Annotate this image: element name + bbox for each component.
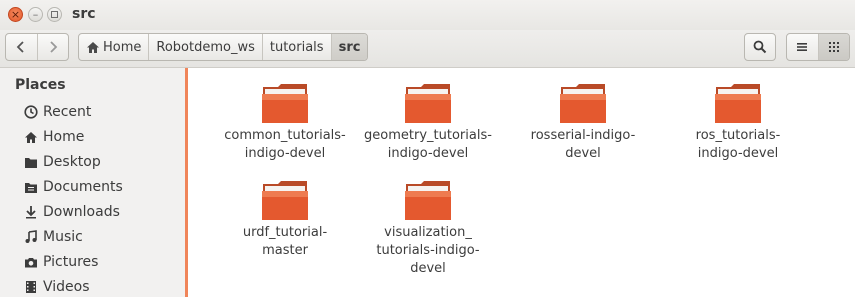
sidebar-item-music[interactable]: Music (23, 226, 83, 248)
breadcrumb-home[interactable]: Home (79, 34, 148, 60)
sidebar-item-home[interactable]: Home (23, 126, 84, 148)
list-icon (797, 43, 808, 51)
folder-item[interactable]: geometry_tutorials- indigo-devel (353, 82, 503, 163)
folder-icon (262, 84, 308, 123)
chevron-left-icon (16, 41, 24, 53)
folder-icon (560, 84, 606, 123)
sidebar-item-label: Pictures (43, 254, 99, 270)
film-icon (23, 279, 39, 295)
breadcrumb-src[interactable]: src (330, 34, 368, 60)
desktop-folder-icon (23, 154, 39, 170)
sidebar-item-downloads[interactable]: Downloads (23, 201, 120, 223)
clock-icon (23, 104, 39, 120)
sidebar-item-recent[interactable]: Recent (23, 101, 91, 123)
folder-name: common_tutorials- indigo-devel (224, 128, 346, 161)
music-icon (23, 229, 39, 245)
maximize-icon (51, 11, 58, 18)
folder-item[interactable]: rosserial-indigo- devel (508, 82, 658, 163)
folder-icon (262, 181, 308, 220)
breadcrumb-robotdemo-ws[interactable]: Robotdemo_ws (148, 34, 261, 60)
folder-name: visualization_ tutorials-indigo- devel (376, 225, 480, 276)
downloads-icon (23, 204, 39, 220)
sidebar-item-label: Downloads (43, 204, 120, 220)
places-sidebar: Places Recent Home Desktop Documents Dow… (0, 68, 185, 297)
breadcrumb-label: Home (103, 39, 142, 55)
sidebar-item-videos[interactable]: Videos (23, 276, 90, 298)
camera-icon (23, 254, 39, 270)
grid-icon (828, 42, 839, 52)
search-icon (753, 40, 767, 54)
folder-name: ros_tutorials- indigo-devel (695, 128, 781, 161)
close-icon: × (10, 8, 21, 21)
breadcrumb: Home Robotdemo_ws tutorials src (78, 33, 369, 61)
home-icon (23, 129, 39, 145)
folder-item[interactable]: ros_tutorials- indigo-devel (663, 82, 813, 163)
sidebar-item-pictures[interactable]: Pictures (23, 251, 98, 273)
folder-icon (405, 181, 451, 220)
sidebar-item-documents[interactable]: Documents (23, 176, 123, 198)
folder-name: urdf_tutorial- master (242, 225, 328, 258)
sidebar-item-label: Music (43, 229, 83, 245)
folder-item[interactable]: common_tutorials- indigo-devel (210, 82, 360, 163)
minimize-icon: – (32, 8, 39, 21)
places-heading: Places (15, 77, 66, 93)
folder-name: rosserial-indigo- devel (530, 128, 636, 161)
sidebar-item-desktop[interactable]: Desktop (23, 151, 101, 173)
file-grid: common_tutorials- indigo-devel geometry_… (188, 68, 855, 297)
maximize-window-button[interactable] (47, 7, 62, 22)
folder-icon (405, 84, 451, 123)
documents-icon (23, 179, 39, 195)
close-window-button[interactable]: × (8, 7, 23, 22)
title-bar: × – src (0, 0, 855, 30)
list-view-button[interactable] (787, 34, 818, 60)
breadcrumb-label: Robotdemo_ws (156, 39, 255, 55)
search-button[interactable] (744, 33, 776, 61)
breadcrumb-label: tutorials (269, 39, 324, 55)
folder-item[interactable]: visualization_ tutorials-indigo- devel (353, 179, 503, 278)
view-mode-buttons (786, 33, 850, 61)
forward-button[interactable] (36, 34, 69, 60)
navigation-buttons (5, 33, 69, 61)
home-icon (86, 41, 100, 54)
sidebar-item-label: Home (43, 129, 85, 145)
folder-name: geometry_tutorials- indigo-devel (364, 128, 492, 161)
sidebar-item-label: Videos (43, 279, 90, 295)
sidebar-item-label: Desktop (43, 154, 101, 170)
window-title: src (72, 6, 96, 22)
folder-icon (715, 84, 761, 123)
minimize-window-button[interactable]: – (28, 7, 43, 22)
chevron-right-icon (50, 41, 58, 53)
toolbar: Home Robotdemo_ws tutorials src (0, 30, 855, 68)
sidebar-item-label: Documents (43, 179, 123, 195)
grid-view-button[interactable] (817, 34, 849, 60)
breadcrumb-tutorials[interactable]: tutorials (261, 34, 331, 60)
folder-item[interactable]: urdf_tutorial- master (210, 179, 360, 260)
back-button[interactable] (6, 34, 37, 60)
breadcrumb-label: src (338, 39, 361, 55)
sidebar-item-label: Recent (43, 104, 92, 120)
